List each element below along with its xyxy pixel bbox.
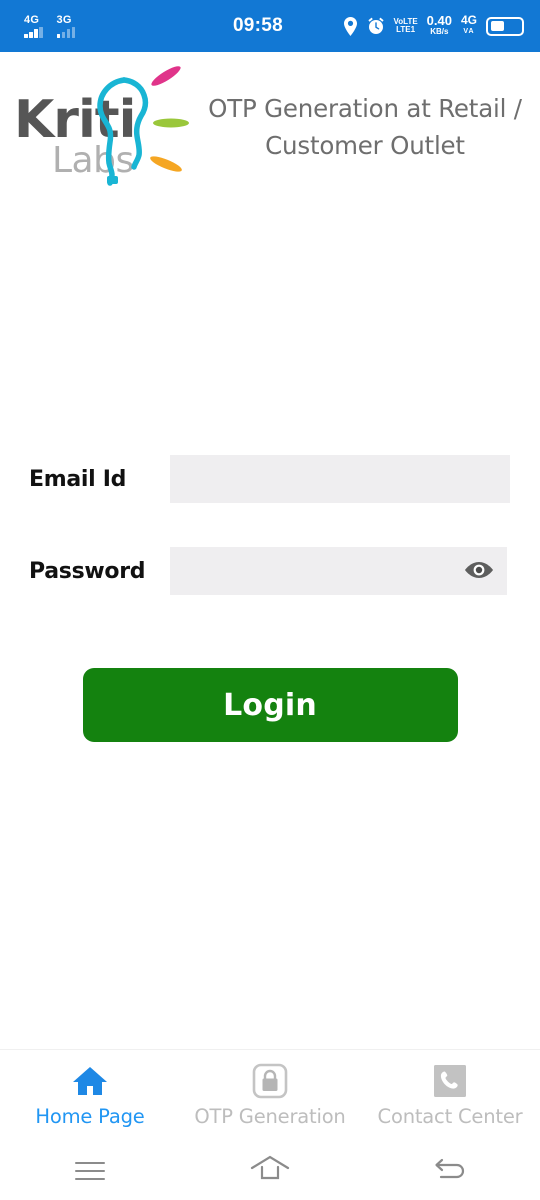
back-arrow-icon xyxy=(433,1155,467,1186)
logo-bulb-icon xyxy=(97,66,189,186)
android-nav-bar xyxy=(0,1141,540,1200)
network-speed-unit: KB/s xyxy=(430,27,449,36)
tab-otp-generation-label: OTP Generation xyxy=(194,1105,346,1128)
password-visibility-toggle[interactable] xyxy=(463,559,495,583)
email-label: Email Id xyxy=(29,466,127,492)
tab-home-page[interactable]: Home Page xyxy=(0,1050,180,1141)
home-icon xyxy=(72,1063,108,1099)
data-network-value: 4G xyxy=(460,13,477,27)
email-input-wrapper[interactable] xyxy=(170,455,510,503)
network-speed-value: 0.40 xyxy=(426,13,452,28)
data-network-indicator: 4G VA xyxy=(460,13,477,37)
nav-home-button[interactable] xyxy=(180,1155,360,1186)
eye-icon xyxy=(464,560,494,583)
location-pin-icon xyxy=(343,16,358,36)
tab-otp-generation[interactable]: OTP Generation xyxy=(180,1050,360,1141)
password-label: Password xyxy=(29,558,146,584)
app-root: 4G 3G 09:58 VoLTE LTE1 0.40 KB/s 4G VA K… xyxy=(0,0,540,1200)
password-input-wrapper[interactable] xyxy=(170,547,507,595)
tab-contact-center[interactable]: Contact Center xyxy=(360,1050,540,1141)
lock-icon xyxy=(252,1063,288,1099)
volte-line2: LTE1 xyxy=(396,25,416,34)
login-button[interactable]: Login xyxy=(82,668,458,742)
login-button-wrapper: Login xyxy=(0,668,540,742)
data-network-arrows: VA xyxy=(463,28,475,35)
bottom-tab-bar: Home Page OTP Generation Contact Center xyxy=(0,1049,540,1141)
kriti-labs-logo: Kriti Labs xyxy=(6,64,198,190)
nav-back-button[interactable] xyxy=(360,1155,540,1186)
phone-icon xyxy=(432,1063,468,1099)
battery-icon xyxy=(486,16,524,36)
alarm-clock-icon xyxy=(367,17,385,35)
password-field-row: Password xyxy=(0,547,540,595)
tab-home-page-label: Home Page xyxy=(35,1105,145,1128)
tab-contact-center-label: Contact Center xyxy=(377,1105,523,1128)
status-bar: 4G 3G 09:58 VoLTE LTE1 0.40 KB/s 4G VA xyxy=(0,0,540,52)
battery-fill xyxy=(490,21,504,31)
email-input[interactable] xyxy=(170,455,510,503)
status-bar-clock: 09:58 xyxy=(232,15,284,36)
password-input[interactable] xyxy=(170,547,507,595)
page-title: OTP Generation at Retail / Customer Outl… xyxy=(208,94,522,160)
volte-indicator: VoLTE LTE1 xyxy=(394,17,418,35)
network-speed-indicator: 0.40 KB/s xyxy=(426,13,452,37)
recents-icon xyxy=(75,1161,105,1180)
email-field-row: Email Id xyxy=(0,455,540,503)
login-form: Email Id Password xyxy=(0,455,540,595)
home-outline-icon xyxy=(250,1155,290,1186)
app-header: Kriti Labs OTP Generation at Retail / Cu… xyxy=(0,52,540,202)
nav-recents-button[interactable] xyxy=(0,1161,180,1180)
status-bar-icons: VoLTE LTE1 0.40 KB/s 4G VA xyxy=(343,13,524,37)
